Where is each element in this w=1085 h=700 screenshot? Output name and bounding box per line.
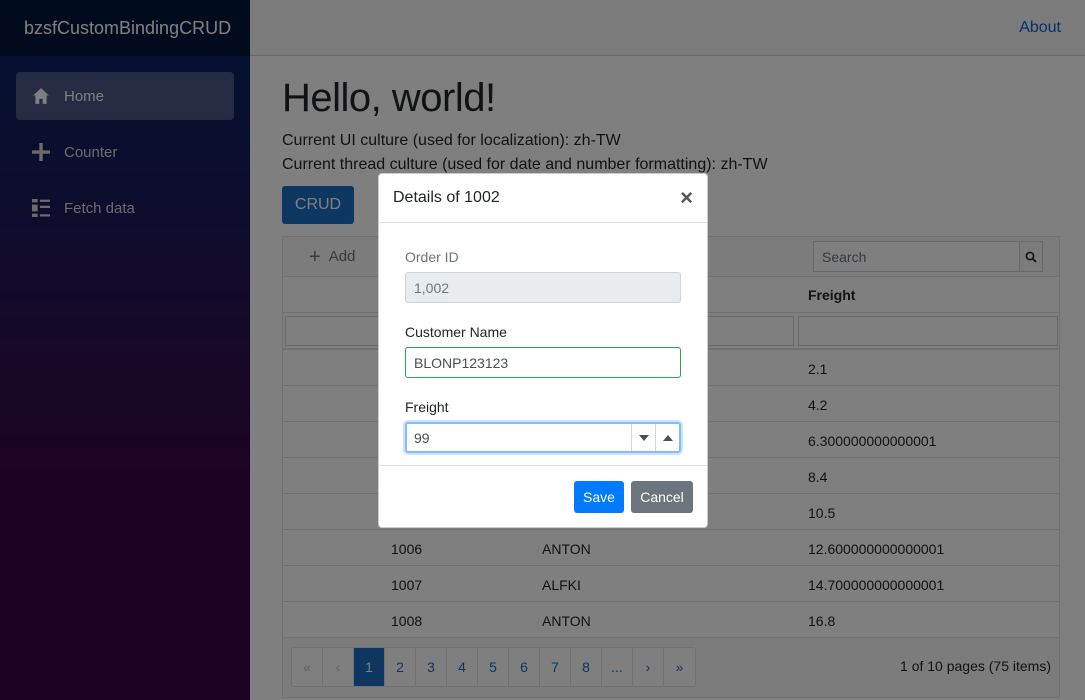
cancel-button[interactable]: Cancel <box>631 480 693 513</box>
details-dialog: Details of 1002 × Order ID 1,002 Custome… <box>378 173 708 528</box>
close-icon[interactable]: × <box>680 187 693 209</box>
freight-field[interactable]: 99 <box>407 424 631 451</box>
save-button[interactable]: Save <box>574 480 624 513</box>
spin-up-button[interactable] <box>655 424 679 451</box>
customer-name-field[interactable]: BLONP123123 <box>405 347 681 378</box>
order-id-field: 1,002 <box>405 272 681 303</box>
dialog-title: Details of 1002 <box>393 189 500 206</box>
caret-down-icon <box>638 434 649 441</box>
dialog-header: Details of 1002 × <box>379 174 707 223</box>
dialog-footer: Save Cancel <box>379 465 707 527</box>
caret-up-icon <box>662 434 673 441</box>
freight-numeric-input: 99 <box>405 422 681 453</box>
order-id-label: Order ID <box>405 249 459 265</box>
spin-down-button[interactable] <box>631 424 655 451</box>
dialog-body: Order ID 1,002 Customer Name BLONP123123… <box>379 223 707 453</box>
customer-name-label: Customer Name <box>405 324 507 340</box>
freight-label: Freight <box>405 399 449 415</box>
